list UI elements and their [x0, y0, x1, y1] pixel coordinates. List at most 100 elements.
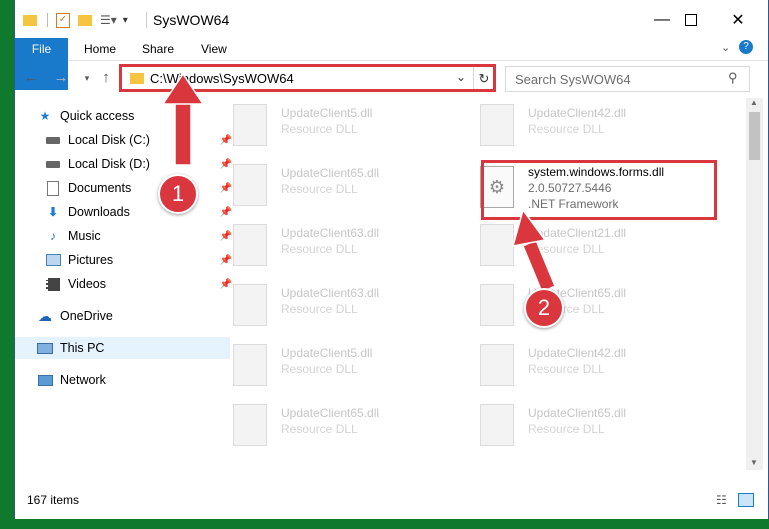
sidebar-item-label: Quick access [60, 109, 135, 123]
view-options-icon[interactable]: ☰▾ [100, 13, 117, 27]
video-icon [45, 277, 61, 291]
arrow-left-icon: ← [23, 69, 39, 86]
dll-file-icon [480, 224, 514, 266]
minimize-button[interactable]: — [647, 6, 677, 34]
sidebar-item-label: Videos [68, 277, 106, 291]
drive-icon [45, 157, 61, 171]
maximize-button[interactable] [676, 6, 706, 34]
file-description: Resource DLL [528, 122, 605, 136]
help-icon[interactable]: ? [739, 40, 753, 54]
list-item[interactable]: UpdateClient63.dll Resource DLL [211, 278, 451, 330]
item-count: 167 items [27, 493, 80, 507]
search-box[interactable]: Search SysWOW64 ⚲ [505, 66, 750, 92]
file-name: UpdateClient5.dll [281, 106, 373, 120]
minimize-icon: — [654, 11, 670, 28]
file-name: UpdateClient63.dll [281, 226, 380, 240]
window-title: SysWOW64 [153, 12, 230, 28]
explorer-window: ✓ ☰▾ ▾ SysWOW64 — ✕ File Home Share View… [14, 0, 769, 519]
sidebar-item-this-pc[interactable]: This PC [15, 337, 230, 359]
separator [47, 13, 48, 27]
dll-file-icon [233, 224, 267, 266]
file-description: Resource DLL [281, 422, 358, 436]
new-folder-icon[interactable] [78, 14, 92, 26]
close-icon: ✕ [731, 12, 745, 29]
annotation-badge-2: 2 [524, 288, 564, 328]
cloud-icon: ☁ [38, 307, 52, 324]
large-icons-view-icon[interactable] [738, 493, 754, 507]
computer-icon [37, 341, 53, 355]
sidebar-item-label: Local Disk (C:) [68, 133, 150, 147]
list-item[interactable]: UpdateClient65.dll Resource DLL [458, 398, 698, 450]
dll-file-icon [480, 344, 514, 386]
forward-button[interactable]: → [51, 68, 71, 88]
arrow-right-icon: → [53, 69, 69, 86]
tab-share[interactable]: Share [142, 38, 174, 60]
sidebar-item-network[interactable]: Network [15, 369, 230, 391]
sidebar-item-label: Documents [68, 181, 132, 195]
sidebar-item-quick-access[interactable]: ★ Quick access [15, 105, 230, 127]
file-description: Resource DLL [528, 242, 605, 256]
sidebar-item-label: This PC [60, 341, 105, 355]
list-item[interactable]: UpdateClient65.dll Resource DLL [211, 398, 451, 450]
maximize-icon [685, 14, 697, 26]
close-button[interactable]: ✕ [723, 6, 753, 34]
list-item[interactable]: UpdateClient65.dll Resource DLL [458, 278, 698, 330]
file-highlight-box [481, 160, 717, 220]
sidebar-item-documents[interactable]: Documents 📌 [15, 177, 238, 199]
list-item[interactable]: UpdateClient42.dll Resource DLL [458, 338, 698, 390]
properties-icon[interactable]: ✓ [56, 12, 70, 28]
sidebar-item-music[interactable]: ♪ Music 📌 [15, 225, 238, 247]
sidebar-item-label: Local Disk (D:) [68, 157, 150, 171]
scroll-down-icon[interactable]: ▼ [750, 458, 758, 467]
recent-locations-button[interactable]: ▾ [77, 68, 97, 88]
dll-file-icon [480, 104, 514, 146]
file-name: UpdateClient42.dll [528, 106, 627, 120]
sidebar-item-onedrive[interactable]: ☁ OneDrive [15, 305, 230, 327]
customize-qat-icon[interactable]: ▾ [123, 15, 128, 26]
up-button[interactable]: ↑ [96, 68, 116, 88]
tab-home[interactable]: Home [84, 38, 116, 60]
folder-icon[interactable] [23, 14, 37, 26]
drive-icon [45, 133, 61, 147]
tab-view[interactable]: View [201, 38, 227, 60]
list-item[interactable]: UpdateClient5.dll Resource DLL [211, 338, 451, 390]
scrollbar-thumb[interactable] [749, 112, 760, 160]
list-item[interactable]: UpdateClient5.dll Resource DLL [211, 98, 451, 150]
navigation-bar: ← → ▾ ↑ C:\Windows\SysWOW64 ⌄ ↻ Search S… [15, 64, 768, 94]
search-icon[interactable]: ⚲ [728, 70, 738, 86]
address-highlight-box [119, 64, 496, 92]
back-button[interactable]: ← [21, 68, 41, 88]
sidebar-item-label: OneDrive [60, 309, 113, 323]
file-name: UpdateClient65.dll [281, 166, 380, 180]
list-item[interactable]: UpdateClient63.dll Resource DLL [211, 218, 451, 270]
file-description: Resource DLL [281, 182, 358, 196]
document-icon [45, 180, 61, 196]
network-icon [37, 373, 53, 387]
sidebar-item-downloads[interactable]: ⬇ Downloads 📌 [15, 201, 238, 223]
sidebar-item-label: Network [60, 373, 106, 387]
list-item[interactable]: UpdateClient65.dll Resource DLL [211, 158, 451, 210]
file-description: Resource DLL [281, 122, 358, 136]
file-name: UpdateClient21.dll [528, 226, 627, 240]
dll-file-icon [480, 284, 514, 326]
sidebar-item-pictures[interactable]: Pictures 📌 [15, 249, 238, 271]
dll-file-icon [233, 164, 267, 206]
scroll-up-icon[interactable]: ▲ [750, 98, 758, 107]
file-name: UpdateClient65.dll [281, 406, 380, 420]
sidebar-item-label: Pictures [68, 253, 114, 267]
sidebar-item-videos[interactable]: Videos 📌 [15, 273, 238, 295]
quick-access-toolbar: ✓ ☰▾ ▾ [23, 10, 128, 30]
dll-file-icon [480, 404, 514, 446]
status-bar: 167 items ☷ [15, 490, 768, 512]
file-description: Resource DLL [528, 362, 605, 376]
expand-ribbon-icon[interactable]: ⌄ [721, 41, 730, 54]
title-bar: ✓ ☰▾ ▾ SysWOW64 — ✕ [15, 0, 768, 40]
file-name: UpdateClient5.dll [281, 346, 373, 360]
file-description: Resource DLL [281, 362, 358, 376]
sidebar-item-local-disk-d[interactable]: Local Disk (D:) 📌 [15, 153, 238, 175]
vertical-scrollbar[interactable]: ▲ ▼ [746, 98, 763, 470]
sidebar-item-local-disk-c[interactable]: Local Disk (C:) 📌 [15, 129, 238, 151]
details-view-icon[interactable]: ☷ [716, 493, 727, 507]
list-item[interactable]: UpdateClient21.dll Resource DLL [458, 218, 698, 270]
list-item[interactable]: UpdateClient42.dll Resource DLL [458, 98, 698, 150]
